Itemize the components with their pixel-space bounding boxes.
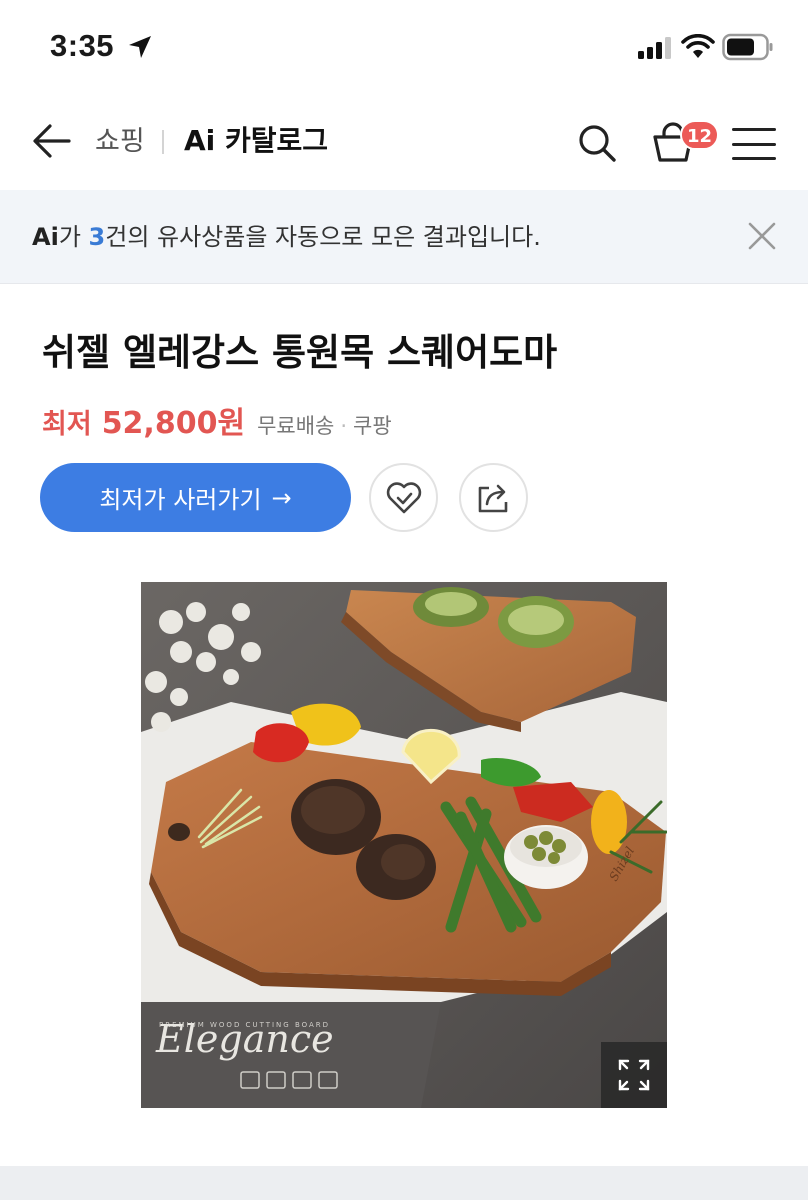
search-icon	[579, 125, 616, 162]
hamburger-icon-line	[732, 142, 776, 146]
top-nav: 쇼핑 Ai 카탈로그 12	[0, 96, 808, 190]
product-title: 쉬젤 엘레강스 통원목 스퀘어도마	[42, 331, 558, 374]
ai-notice-text: Ai가 3건의 유사상품을 자동으로 모은 결과입니다.	[32, 220, 541, 254]
arrow-right-icon: →	[271, 483, 292, 512]
like-button[interactable]	[369, 463, 438, 532]
section-divider	[0, 1166, 808, 1200]
cellular-signal-icon	[638, 37, 671, 59]
ai-result-count: 3	[88, 223, 106, 251]
heart-check-icon	[386, 481, 421, 513]
breadcrumb-divider	[162, 130, 164, 154]
close-icon[interactable]	[744, 218, 780, 254]
wifi-icon	[681, 34, 715, 58]
separator-dot: ·	[340, 414, 348, 438]
buy-lowest-price-button[interactable]: 최저가 사러가기 →	[40, 463, 351, 532]
fullscreen-expand-icon	[618, 1059, 650, 1091]
search-button[interactable]	[574, 120, 620, 166]
location-arrow-icon	[129, 36, 151, 58]
product-image[interactable]: Shizel PREMIUM WOOD CUTTING BOARD Elegan…	[141, 582, 667, 1108]
buy-button-label: 최저가 사러가기	[99, 486, 262, 514]
breadcrumb-shopping[interactable]: 쇼핑	[95, 124, 145, 160]
brand-logo-text: Elegance	[155, 1017, 334, 1061]
lowest-price: 52,800원	[101, 406, 246, 441]
status-time: 3:35	[50, 28, 115, 63]
status-bar: 3:35	[0, 0, 808, 96]
hamburger-icon-line	[732, 157, 776, 160]
arrow-left-icon	[33, 124, 71, 158]
ai-notice-part: 가	[58, 223, 89, 251]
cart-count-badge: 12	[680, 120, 720, 150]
seller-name: 쿠팡	[353, 414, 392, 438]
menu-button[interactable]	[732, 124, 776, 164]
share-button[interactable]	[459, 463, 528, 532]
lowest-price-label: 최저	[42, 409, 92, 440]
share-icon	[478, 484, 507, 512]
battery-icon	[722, 33, 773, 61]
price-row: 최저 52,800원 무료배송 · 쿠팡	[42, 398, 392, 441]
ai-notice-part: 건의 유사상품을 자동으로 모은 결과입니다.	[105, 223, 541, 251]
shipping-info: 무료배송	[257, 414, 335, 438]
ai-logo-text: Ai	[32, 223, 59, 251]
expand-image-button[interactable]	[601, 1042, 667, 1108]
page-title: Ai 카탈로그	[184, 124, 329, 157]
hamburger-icon-line	[732, 128, 776, 131]
cutting-board-photo: Shizel PREMIUM WOOD CUTTING BOARD Elegan…	[141, 582, 667, 1108]
ai-notice-banner: Ai가 3건의 유사상품을 자동으로 모은 결과입니다.	[0, 190, 808, 284]
back-button[interactable]	[28, 118, 74, 164]
